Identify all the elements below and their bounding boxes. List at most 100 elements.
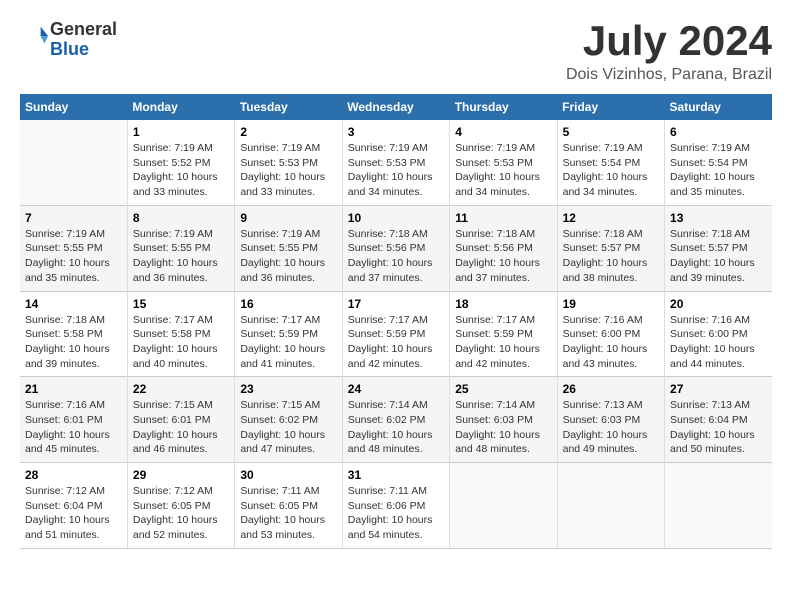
day-info: Sunrise: 7:16 AM Sunset: 6:01 PM Dayligh… [25, 398, 122, 457]
calendar-cell [450, 463, 557, 549]
header-day-monday: Monday [127, 94, 234, 120]
calendar-cell: 31 Sunrise: 7:11 AM Sunset: 6:06 PM Dayli… [342, 463, 449, 549]
day-number: 12 [563, 211, 659, 225]
logo-icon [22, 23, 50, 51]
day-number: 31 [348, 468, 444, 482]
day-number: 6 [670, 125, 767, 139]
day-info: Sunrise: 7:16 AM Sunset: 6:00 PM Dayligh… [563, 313, 659, 372]
day-info: Sunrise: 7:19 AM Sunset: 5:55 PM Dayligh… [240, 227, 336, 286]
day-number: 13 [670, 211, 767, 225]
day-number: 1 [133, 125, 229, 139]
day-number: 28 [25, 468, 122, 482]
calendar-cell: 26Sunrise: 7:13 AM Sunset: 6:03 PM Dayli… [557, 377, 664, 463]
day-number: 22 [133, 382, 229, 396]
calendar-table: SundayMondayTuesdayWednesdayThursdayFrid… [20, 94, 772, 549]
calendar-cell: 30Sunrise: 7:11 AM Sunset: 6:05 PM Dayli… [235, 463, 342, 549]
calendar-cell: 6 Sunrise: 7:19 AM Sunset: 5:54 PM Daylig… [665, 120, 772, 205]
day-number: 11 [455, 211, 551, 225]
calendar-cell: 25 Sunrise: 7:14 AM Sunset: 6:03 PM Dayli… [450, 377, 557, 463]
calendar-cell: 2 Sunrise: 7:19 AM Sunset: 5:53 PM Daylig… [235, 120, 342, 205]
calendar-cell [557, 463, 664, 549]
day-number: 27 [670, 382, 767, 396]
day-info: Sunrise: 7:11 AM Sunset: 6:05 PM Dayligh… [240, 484, 336, 543]
header-day-thursday: Thursday [450, 94, 557, 120]
day-number: 29 [133, 468, 229, 482]
calendar-cell: 1 Sunrise: 7:19 AM Sunset: 5:52 PM Daylig… [127, 120, 234, 205]
calendar-cell [665, 463, 772, 549]
day-info: Sunrise: 7:19 AM Sunset: 5:55 PM Dayligh… [25, 227, 122, 286]
calendar-cell: 24 Sunrise: 7:14 AM Sunset: 6:02 PM Dayli… [342, 377, 449, 463]
day-info: Sunrise: 7:14 AM Sunset: 6:02 PM Dayligh… [348, 398, 444, 457]
day-info: Sunrise: 7:12 AM Sunset: 6:05 PM Dayligh… [133, 484, 229, 543]
day-info: Sunrise: 7:18 AM Sunset: 5:57 PM Dayligh… [670, 227, 767, 286]
calendar-cell: 14Sunrise: 7:18 AM Sunset: 5:58 PM Dayli… [20, 291, 127, 377]
header-day-tuesday: Tuesday [235, 94, 342, 120]
day-info: Sunrise: 7:19 AM Sunset: 5:55 PM Dayligh… [133, 227, 229, 286]
calendar-cell: 17Sunrise: 7:17 AM Sunset: 5:59 PM Dayli… [342, 291, 449, 377]
day-number: 23 [240, 382, 336, 396]
day-info: Sunrise: 7:12 AM Sunset: 6:04 PM Dayligh… [25, 484, 122, 543]
calendar-cell: 23 Sunrise: 7:15 AM Sunset: 6:02 PM Dayli… [235, 377, 342, 463]
day-info: Sunrise: 7:18 AM Sunset: 5:57 PM Dayligh… [563, 227, 659, 286]
day-info: Sunrise: 7:15 AM Sunset: 6:01 PM Dayligh… [133, 398, 229, 457]
calendar-cell: 7 Sunrise: 7:19 AM Sunset: 5:55 PM Daylig… [20, 205, 127, 291]
week-row-4: 21 Sunrise: 7:16 AM Sunset: 6:01 PM Dayli… [20, 377, 772, 463]
calendar-cell: 20Sunrise: 7:16 AM Sunset: 6:00 PM Dayli… [665, 291, 772, 377]
day-info: Sunrise: 7:17 AM Sunset: 5:59 PM Dayligh… [455, 313, 551, 372]
day-number: 16 [240, 297, 336, 311]
title-block: July 2024 Dois Vizinhos, Parana, Brazil [566, 20, 772, 84]
week-row-1: 1 Sunrise: 7:19 AM Sunset: 5:52 PM Daylig… [20, 120, 772, 205]
day-number: 7 [25, 211, 122, 225]
day-info: Sunrise: 7:15 AM Sunset: 6:02 PM Dayligh… [240, 398, 336, 457]
logo-blue: Blue [50, 39, 89, 59]
day-info: Sunrise: 7:19 AM Sunset: 5:53 PM Dayligh… [240, 141, 336, 200]
header-day-wednesday: Wednesday [342, 94, 449, 120]
day-number: 10 [348, 211, 444, 225]
day-info: Sunrise: 7:19 AM Sunset: 5:52 PM Dayligh… [133, 141, 229, 200]
day-info: Sunrise: 7:13 AM Sunset: 6:04 PM Dayligh… [670, 398, 767, 457]
day-number: 8 [133, 211, 229, 225]
day-info: Sunrise: 7:16 AM Sunset: 6:00 PM Dayligh… [670, 313, 767, 372]
logo: General Blue [20, 20, 117, 60]
day-info: Sunrise: 7:18 AM Sunset: 5:56 PM Dayligh… [455, 227, 551, 286]
day-number: 24 [348, 382, 444, 396]
calendar-cell: 10Sunrise: 7:18 AM Sunset: 5:56 PM Dayli… [342, 205, 449, 291]
day-info: Sunrise: 7:11 AM Sunset: 6:06 PM Dayligh… [348, 484, 444, 543]
day-number: 9 [240, 211, 336, 225]
day-info: Sunrise: 7:19 AM Sunset: 5:53 PM Dayligh… [455, 141, 551, 200]
calendar-cell: 22 Sunrise: 7:15 AM Sunset: 6:01 PM Dayli… [127, 377, 234, 463]
calendar-cell: 19 Sunrise: 7:16 AM Sunset: 6:00 PM Dayli… [557, 291, 664, 377]
calendar-cell: 15Sunrise: 7:17 AM Sunset: 5:58 PM Dayli… [127, 291, 234, 377]
day-number: 21 [25, 382, 122, 396]
calendar-cell: 21 Sunrise: 7:16 AM Sunset: 6:01 PM Dayli… [20, 377, 127, 463]
calendar-cell: 27 Sunrise: 7:13 AM Sunset: 6:04 PM Dayli… [665, 377, 772, 463]
week-row-5: 28 Sunrise: 7:12 AM Sunset: 6:04 PM Dayli… [20, 463, 772, 549]
day-number: 19 [563, 297, 659, 311]
day-number: 5 [563, 125, 659, 139]
calendar-cell [20, 120, 127, 205]
day-number: 2 [240, 125, 336, 139]
calendar-cell: 29 Sunrise: 7:12 AM Sunset: 6:05 PM Dayli… [127, 463, 234, 549]
day-number: 25 [455, 382, 551, 396]
header-day-friday: Friday [557, 94, 664, 120]
header-day-sunday: Sunday [20, 94, 127, 120]
calendar-cell: 8 Sunrise: 7:19 AM Sunset: 5:55 PM Daylig… [127, 205, 234, 291]
calendar-cell: 11 Sunrise: 7:18 AM Sunset: 5:56 PM Dayli… [450, 205, 557, 291]
day-info: Sunrise: 7:14 AM Sunset: 6:03 PM Dayligh… [455, 398, 551, 457]
day-info: Sunrise: 7:17 AM Sunset: 5:58 PM Dayligh… [133, 313, 229, 372]
calendar-cell: 3Sunrise: 7:19 AM Sunset: 5:53 PM Daylig… [342, 120, 449, 205]
header-day-saturday: Saturday [665, 94, 772, 120]
calendar-cell: 13 Sunrise: 7:18 AM Sunset: 5:57 PM Dayli… [665, 205, 772, 291]
day-info: Sunrise: 7:19 AM Sunset: 5:54 PM Dayligh… [670, 141, 767, 200]
calendar-body: 1 Sunrise: 7:19 AM Sunset: 5:52 PM Daylig… [20, 120, 772, 548]
day-number: 18 [455, 297, 551, 311]
day-info: Sunrise: 7:19 AM Sunset: 5:54 PM Dayligh… [563, 141, 659, 200]
calendar-cell: 9 Sunrise: 7:19 AM Sunset: 5:55 PM Daylig… [235, 205, 342, 291]
calendar-cell: 18 Sunrise: 7:17 AM Sunset: 5:59 PM Dayli… [450, 291, 557, 377]
calendar-cell: 4Sunrise: 7:19 AM Sunset: 5:53 PM Daylig… [450, 120, 557, 205]
day-info: Sunrise: 7:17 AM Sunset: 5:59 PM Dayligh… [240, 313, 336, 372]
day-number: 26 [563, 382, 659, 396]
logo-general: General [50, 19, 117, 39]
page-header: General Blue July 2024 Dois Vizinhos, Pa… [20, 20, 772, 84]
day-number: 17 [348, 297, 444, 311]
